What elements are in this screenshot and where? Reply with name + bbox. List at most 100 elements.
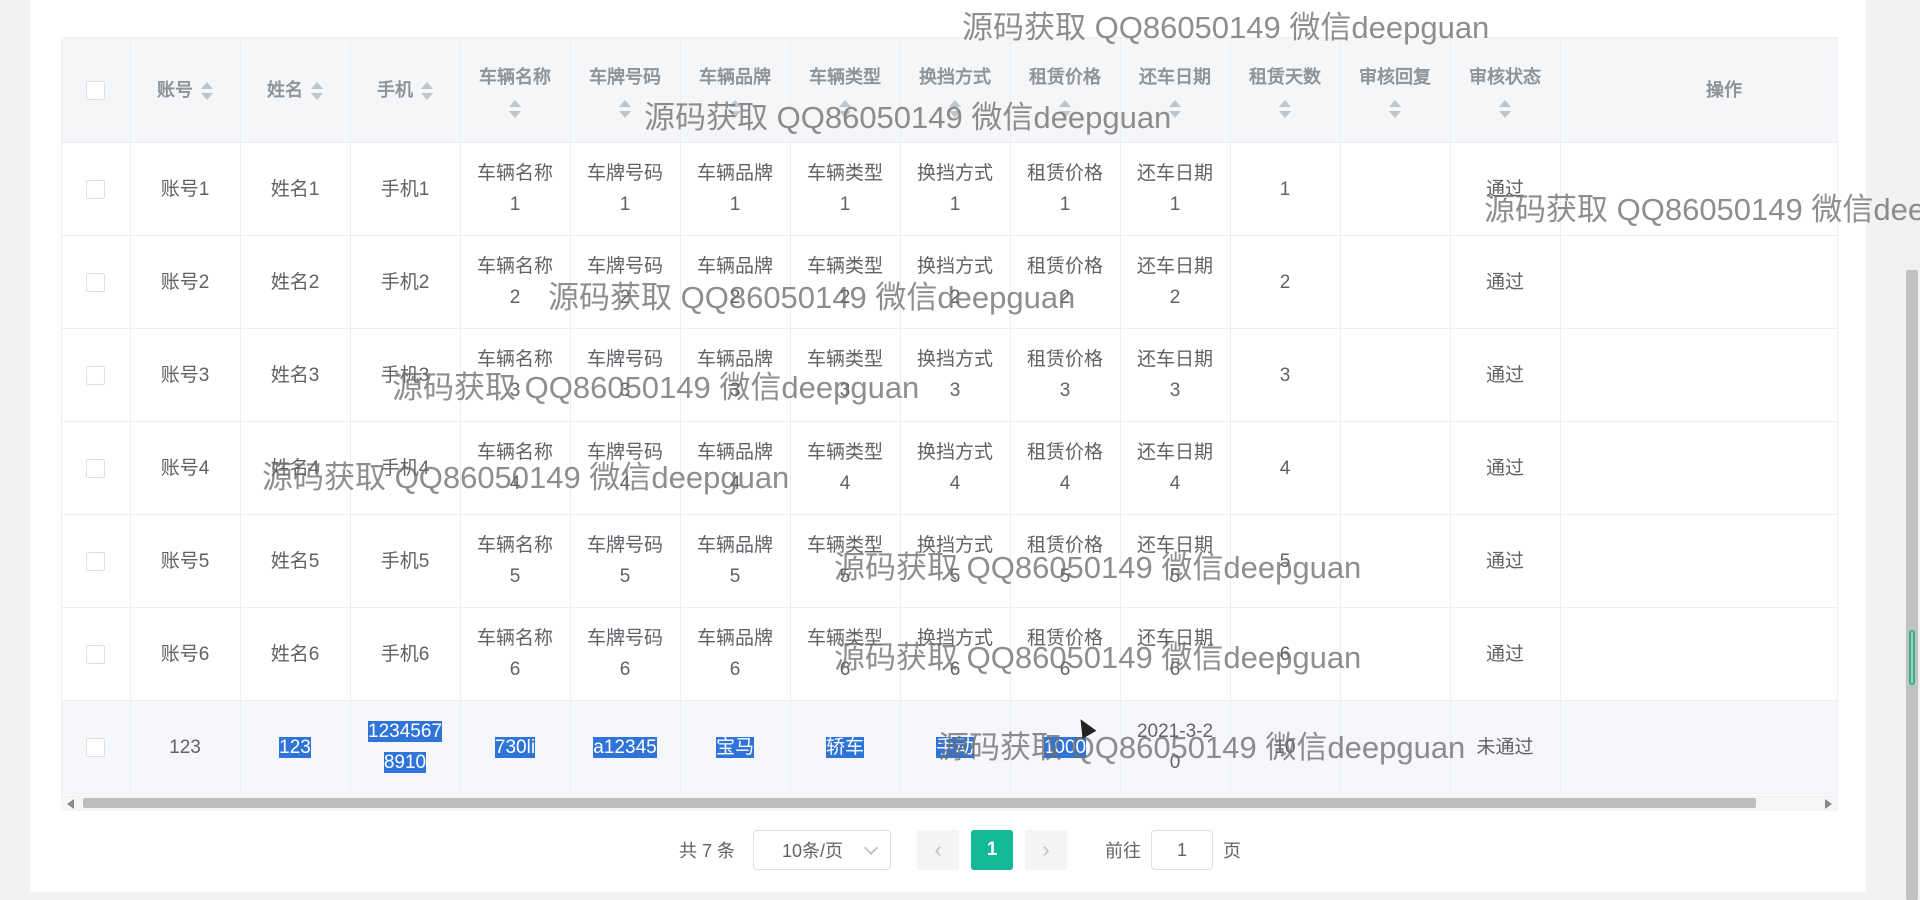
cell-spacer <box>1560 514 1837 608</box>
cell-rent-days: 2 <box>1230 235 1341 329</box>
header-review-status[interactable]: 审核状态 <box>1450 38 1561 143</box>
cell-spacer <box>1560 142 1837 236</box>
cell-review-status: 通过 <box>1450 328 1561 422</box>
table-body: 账号1 姓名1 手机1 车辆名称 1 车牌号码 1 车辆品牌 1 车辆类型 1 换挡方式 1租… <box>62 142 1837 794</box>
cell-price: 租赁价格 1 <box>1010 142 1121 236</box>
sort-icon[interactable] <box>1389 99 1401 119</box>
total-count: 共 7 条 <box>678 841 735 861</box>
cell-vehicle-name: 车辆名称 6 <box>460 607 571 701</box>
vertical-scrollbar[interactable] <box>1904 0 1920 900</box>
header-gearbox[interactable]: 换挡方式 <box>900 38 1011 143</box>
cell-price: 租赁价格 6 <box>1010 607 1121 701</box>
sort-icon[interactable] <box>949 99 961 119</box>
goto-page-input[interactable]: 1 <box>1151 830 1213 870</box>
cell-name: 姓名6 <box>240 607 351 701</box>
scroll-right-icon[interactable] <box>1825 799 1832 809</box>
cell-gearbox: 换挡方式 4 <box>900 421 1011 515</box>
cell-name: 姓名5 <box>240 514 351 608</box>
row-select-cell[interactable] <box>62 607 131 701</box>
row-select-cell[interactable] <box>62 700 131 794</box>
row-checkbox[interactable] <box>86 644 106 664</box>
header-name[interactable]: 姓名 <box>240 38 351 143</box>
row-checkbox[interactable] <box>86 179 106 199</box>
sort-icon[interactable] <box>839 99 851 119</box>
cell-price: 租赁价格 5 <box>1010 514 1121 608</box>
row-checkbox[interactable] <box>86 737 106 757</box>
page-size-select[interactable]: 10条/页 <box>753 830 891 870</box>
sort-icon[interactable] <box>201 81 213 101</box>
cell-brand: 车辆品牌 3 <box>680 328 791 422</box>
row-select-cell[interactable] <box>62 142 131 236</box>
sort-icon[interactable] <box>421 81 433 101</box>
cell-rent-days: 10 <box>1230 700 1341 794</box>
scrollbar-thumb[interactable] <box>83 798 1756 808</box>
row-select-cell[interactable] <box>62 235 131 329</box>
header-price[interactable]: 租赁价格 <box>1010 38 1121 143</box>
sort-icon[interactable] <box>1169 99 1181 119</box>
header-type[interactable]: 车辆类型 <box>790 38 901 143</box>
cell-phone: 1234567 8910 <box>350 700 461 794</box>
cell-gearbox: 换挡方式 1 <box>900 142 1011 236</box>
row-select-cell[interactable] <box>62 514 131 608</box>
cell-review-reply <box>1340 607 1451 701</box>
cell-review-status: 通过 <box>1450 235 1561 329</box>
cell-account: 账号2 <box>130 235 241 329</box>
sort-icon[interactable] <box>509 99 521 119</box>
cell-plate: a12345 <box>570 700 681 794</box>
cell-rent-days: 5 <box>1230 514 1341 608</box>
row-checkbox[interactable] <box>86 458 106 478</box>
page-number[interactable]: 1 <box>971 830 1013 870</box>
sort-icon[interactable] <box>1499 99 1511 119</box>
table-row[interactable]: 账号4 姓名4 手机4 车辆名称 4 车牌号码 4 车辆品牌 4 车辆类型 4 换挡方式 4租… <box>62 421 1837 515</box>
table-row[interactable]: 123 123 1234567 8910 730li a12345 宝马 轿车 手动 1000 2… <box>62 700 1837 794</box>
header-review-reply[interactable]: 审核回复 <box>1340 38 1451 143</box>
cell-spacer <box>1560 328 1837 422</box>
row-select-cell[interactable] <box>62 421 131 515</box>
table-row[interactable]: 账号5 姓名5 手机5 车辆名称 5 车牌号码 5 车辆品牌 5 车辆类型 5 换挡方式 5租… <box>62 514 1837 608</box>
cell-plate: 车牌号码 1 <box>570 142 681 236</box>
sort-icon[interactable] <box>729 99 741 119</box>
sort-icon[interactable] <box>1279 99 1291 119</box>
row-checkbox[interactable] <box>86 551 106 571</box>
header-account[interactable]: 账号 <box>130 38 241 143</box>
header-rent-days[interactable]: 租赁天数 <box>1230 38 1341 143</box>
row-select-cell[interactable] <box>62 328 131 422</box>
cell-phone: 手机1 <box>350 142 461 236</box>
header-plate[interactable]: 车牌号码 <box>570 38 681 143</box>
row-checkbox[interactable] <box>86 272 106 292</box>
table-row[interactable]: 账号6 姓名6 手机6 车辆名称 6 车牌号码 6 车辆品牌 6 车辆类型 6 换挡方式 6租… <box>62 607 1837 701</box>
header-select-all[interactable] <box>62 38 131 143</box>
cell-phone: 手机2 <box>350 235 461 329</box>
header-vehicle-name[interactable]: 车辆名称 <box>460 38 571 143</box>
sort-icon[interactable] <box>619 99 631 119</box>
table-row[interactable]: 账号2 姓名2 手机2 车辆名称 2 车牌号码 2 车辆品牌 2 车辆类型 2 换挡方式 2租… <box>62 235 1837 329</box>
cell-name: 姓名4 <box>240 421 351 515</box>
scroll-left-icon[interactable] <box>67 799 74 809</box>
cell-spacer <box>1560 607 1837 701</box>
header-brand[interactable]: 车辆品牌 <box>680 38 791 143</box>
sort-icon[interactable] <box>1059 99 1071 119</box>
cell-account: 账号4 <box>130 421 241 515</box>
sort-icon[interactable] <box>311 81 323 101</box>
cell-type: 车辆类型 2 <box>790 235 901 329</box>
next-page-button[interactable]: › <box>1025 830 1067 870</box>
header-phone[interactable]: 手机 <box>350 38 461 143</box>
cell-review-reply <box>1340 421 1451 515</box>
cell-gearbox: 换挡方式 5 <box>900 514 1011 608</box>
cell-review-reply <box>1340 700 1451 794</box>
horizontal-scrollbar[interactable] <box>61 795 1838 811</box>
select-all-checkbox[interactable] <box>86 81 106 101</box>
cell-name: 姓名3 <box>240 328 351 422</box>
vertical-scrollbar-thumb[interactable] <box>1906 270 1918 900</box>
cell-brand: 车辆品牌 4 <box>680 421 791 515</box>
cell-type: 车辆类型 1 <box>790 142 901 236</box>
prev-page-button[interactable]: ‹ <box>917 830 959 870</box>
table-row[interactable]: 账号3 姓名3 手机3 车辆名称 3 车牌号码 3 车辆品牌 3 车辆类型 3 换挡方式 3租… <box>62 328 1837 422</box>
row-checkbox[interactable] <box>86 365 106 385</box>
header-return-date[interactable]: 还车日期 <box>1120 38 1231 143</box>
cell-rent-days: 4 <box>1230 421 1341 515</box>
cell-price: 租赁价格 2 <box>1010 235 1121 329</box>
table-row[interactable]: 账号1 姓名1 手机1 车辆名称 1 车牌号码 1 车辆品牌 1 车辆类型 1 换挡方式 1租… <box>62 142 1837 236</box>
table: 账号 姓名 手机 车辆名称 车牌号码 车辆品牌 车辆类型 换挡方式 租赁价格 还… <box>62 38 1837 794</box>
cell-phone: 手机4 <box>350 421 461 515</box>
